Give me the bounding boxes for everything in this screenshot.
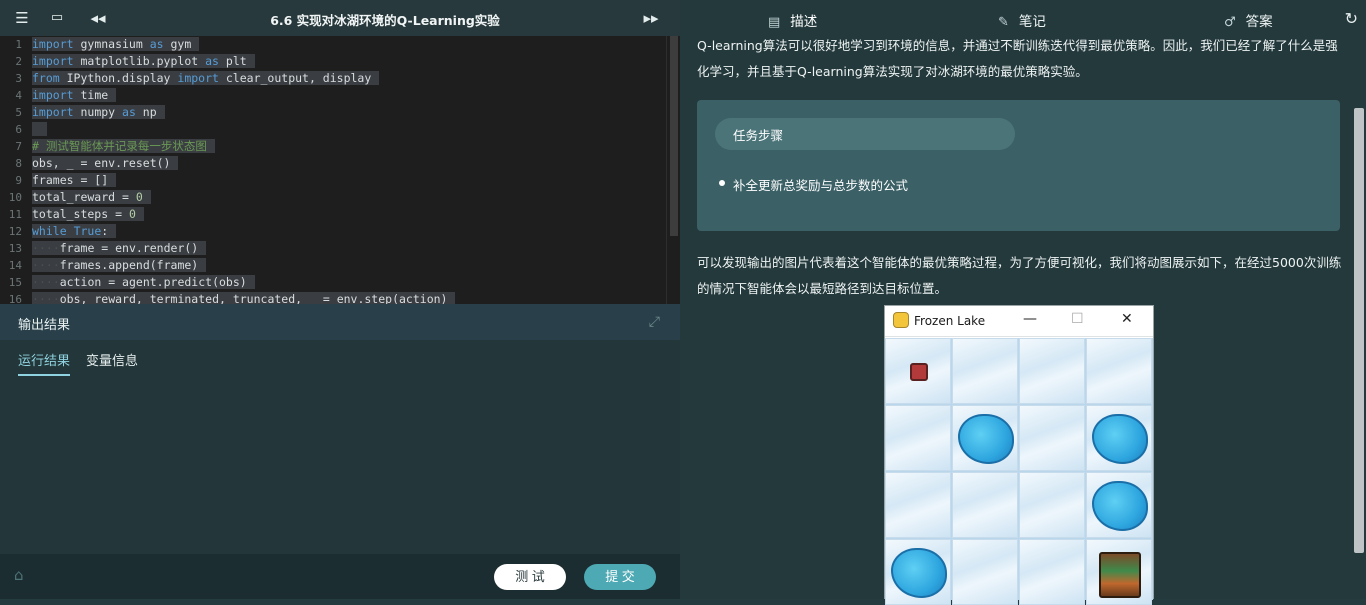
cleanup-icon[interactable]: ⌂	[14, 566, 24, 584]
lake-cell-ice	[1019, 338, 1085, 404]
code-line[interactable]: ····frames.append(frame)	[32, 257, 207, 274]
lake-cell-ice	[885, 405, 951, 471]
tab-answer-label: 答案	[1245, 14, 1273, 30]
line-number: 15	[8, 276, 22, 289]
lake-cell-hole	[1086, 472, 1152, 538]
edit-icon: ✎	[998, 15, 1009, 30]
lake-cell-ice	[952, 539, 1018, 605]
code-line[interactable]: frames = []	[32, 172, 117, 189]
line-number: 14	[8, 259, 22, 272]
line-number: 5	[15, 106, 22, 119]
tab-variables[interactable]: 变量信息	[86, 350, 138, 369]
task-title-pill: 任务步骤	[715, 118, 1015, 150]
minimize-icon[interactable]: —	[1023, 311, 1037, 327]
lake-cell-ice	[1086, 338, 1152, 404]
pygame-icon	[893, 312, 909, 328]
result-paragraph: 可以发现输出的图片代表着这个智能体的最优策略过程，为了方便可视化，我们将动图展示…	[697, 255, 1342, 296]
code-line[interactable]: total_steps = 0	[32, 206, 144, 223]
code-line[interactable]	[32, 121, 47, 138]
task-box: 任务步骤 补全更新总奖励与总步数的公式	[697, 100, 1340, 231]
action-bar: ⌂ 测 试 提 交	[0, 554, 680, 599]
output-title: 输出结果	[18, 318, 71, 333]
code-line[interactable]: from IPython.display import clear_output…	[32, 70, 380, 87]
code-line[interactable]: import matplotlib.pyplot as plt	[32, 53, 255, 70]
test-button[interactable]: 测 试	[494, 564, 566, 590]
line-number: 1	[15, 38, 22, 51]
lake-cell-agent	[885, 338, 951, 404]
code-line[interactable]: while True:	[32, 223, 117, 240]
code-line[interactable]: # 测试智能体并记录每一步状态图	[32, 138, 215, 155]
code-line[interactable]: import time	[32, 87, 117, 104]
expand-right-icon[interactable]: ▸▸	[641, 8, 661, 28]
editor-scrollbar[interactable]	[666, 36, 680, 304]
line-number: 6	[15, 123, 22, 136]
code-line[interactable]: total_reward = 0	[32, 189, 151, 206]
agent-icon	[910, 363, 928, 381]
intro-paragraph: Q-learning算法可以很好地学习到环境的信息，并通过不断训练迭代得到最优策…	[697, 38, 1338, 79]
lake-cell-ice	[1019, 405, 1085, 471]
tab-answer[interactable]: ♂ 答案	[1224, 10, 1273, 30]
lake-cell-ice	[952, 472, 1018, 538]
document-icon: ▤	[768, 15, 781, 30]
lake-cell-hole	[952, 405, 1018, 471]
line-number: 11	[8, 208, 22, 221]
line-number: 10	[8, 191, 22, 204]
window-titlebar: Frozen Lake — ☐ ✕	[885, 306, 1153, 337]
line-number: 3	[15, 72, 22, 85]
hole-icon	[1092, 481, 1148, 531]
right-tabs: ▤ 描述 ✎ 笔记 ♂ 答案 ↻	[680, 0, 1366, 36]
window-title: Frozen Lake	[914, 314, 986, 328]
line-number: 12	[8, 225, 22, 238]
editor-toolbar: ☰ ▭ ◂◂ 6.6 实现对冰湖环境的Q-Learning实验 ▸▸	[0, 0, 680, 36]
lake-cell-hole	[1086, 405, 1152, 471]
maximize-icon[interactable]: ☐	[1071, 311, 1084, 327]
code-line[interactable]: obs, _ = env.reset()	[32, 155, 179, 172]
code-line[interactable]: ····action = agent.predict(obs)	[32, 274, 255, 291]
hole-icon	[1092, 414, 1148, 464]
line-number: 16	[8, 293, 22, 304]
goal-icon	[1099, 552, 1141, 598]
task-item: 补全更新总奖励与总步数的公式	[718, 175, 908, 194]
lake-cell-goal	[1086, 539, 1152, 605]
code-editor[interactable]: 1 2 3 4 5 6 7 8 9 10 11 12 13 14 15 16 import gymnasium…	[0, 36, 680, 304]
line-number: 4	[15, 89, 22, 102]
task-title: 任务步骤	[733, 128, 784, 143]
frozen-lake-window: Frozen Lake — ☐ ✕	[884, 305, 1154, 605]
code-line[interactable]: ····obs, reward, terminated, truncated, …	[32, 291, 456, 304]
output-panel: 运行结果 变量信息	[0, 340, 680, 554]
expand-icon[interactable]: ⤢	[649, 314, 660, 330]
output-header: 输出结果 ⤢	[0, 304, 680, 340]
tab-notes[interactable]: ✎ 笔记	[998, 10, 1046, 30]
code-line[interactable]: import numpy as np	[32, 104, 165, 121]
tab-describe[interactable]: ▤ 描述	[768, 10, 817, 30]
line-number: 9	[15, 174, 22, 187]
lake-cell-ice	[952, 338, 1018, 404]
line-number: 8	[15, 157, 22, 170]
right-panel: ▤ 描述 ✎ 笔记 ♂ 答案 ↻ Q-learning算法可以很好地学习到环境的信息，…	[680, 0, 1366, 605]
tab-run-result[interactable]: 运行结果	[18, 350, 71, 376]
submit-button[interactable]: 提 交	[584, 564, 656, 590]
line-number: 2	[15, 55, 22, 68]
editor-scroll-thumb[interactable]	[670, 36, 678, 236]
refresh-icon[interactable]: ↻	[1345, 9, 1358, 28]
code-line[interactable]: import gymnasium as gym	[32, 36, 200, 53]
lake-cell-hole	[885, 539, 951, 605]
left-panel: ☰ ▭ ◂◂ 6.6 实现对冰湖环境的Q-Learning实验 ▸▸ 12345…	[0, 0, 680, 599]
hole-icon	[958, 414, 1014, 464]
content-scrollbar[interactable]	[1354, 108, 1364, 553]
line-number: 7	[15, 140, 22, 153]
tab-notes-label: 笔记	[1018, 14, 1046, 30]
lake-cell-ice	[1019, 472, 1085, 538]
lake-cell-ice	[1019, 539, 1085, 605]
lake-cell-ice	[885, 472, 951, 538]
tab-describe-label: 描述	[790, 14, 818, 30]
code-line[interactable]: ····frame = env.render()	[32, 240, 207, 257]
answer-icon: ♂	[1224, 15, 1236, 30]
lake-grid	[885, 338, 1153, 605]
line-number: 13	[8, 242, 22, 255]
close-icon[interactable]: ✕	[1121, 311, 1133, 327]
hole-icon	[891, 548, 947, 598]
